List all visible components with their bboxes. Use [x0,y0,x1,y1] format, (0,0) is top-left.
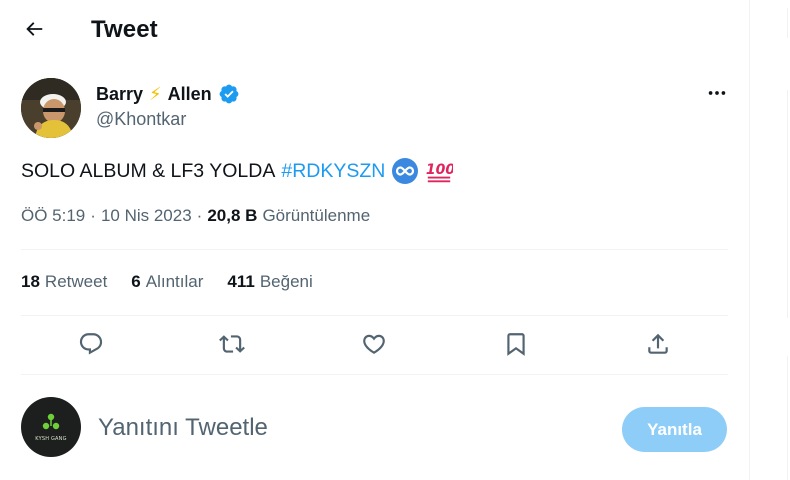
author-name[interactable]: Barry ⚡ Allen [96,83,240,105]
stat-label: Retweet [44,272,108,291]
right-sidebar-edge [750,0,790,480]
avatar-logo-text: KYSH GANG [35,436,67,442]
hashtag-link[interactable]: #RDKYSZN [281,160,385,183]
author-handle[interactable]: @Khontkar [96,109,186,130]
tweet-body: SOLO ALBUM & LF3 YOLDA [21,159,276,182]
action-bar [21,318,728,374]
tweet-time[interactable]: ÖÖ 5:19 [21,206,85,226]
bookmark-button[interactable] [497,327,535,365]
current-user-avatar[interactable]: KYSH GANG [21,397,81,457]
bookmark-icon [503,331,529,362]
retweet-stat[interactable]: 18 Retweet [21,272,107,292]
arrow-left-icon [23,18,45,45]
page-title: Tweet [91,16,158,43]
page-header: Tweet [0,0,750,62]
reply-input[interactable]: Yanıtını Tweetle [98,414,268,442]
views-label: Görüntülenme [262,206,371,225]
sidebar-border [787,90,788,318]
sidebar-border [787,356,788,480]
author-name-first: Barry [96,83,144,104]
infinity-emoji [391,157,419,185]
tweet-date[interactable]: 10 Nis 2023 [101,206,192,226]
stat-count: 6 [131,272,141,291]
tweet-detail-column: Tweet Barry ⚡ Allen @Khontkar SOLO ALBUM… [0,0,750,480]
divider [21,249,728,250]
share-icon [645,331,671,362]
more-dots-icon [706,82,728,109]
meta-separator: · [196,206,203,225]
reply-icon [78,331,104,362]
lightning-emoji: ⚡ [149,83,162,104]
like-button[interactable] [355,327,393,365]
engagement-stats: 18 Retweet 6 Alıntılar 411 Beğeni [21,272,313,292]
stat-label: Alıntılar [145,272,204,291]
author-name-last: Allen [167,83,212,104]
share-button[interactable] [639,327,677,365]
views-count: 20,8 B [207,206,258,225]
heart-icon [361,331,387,362]
sidebar-border [787,8,788,38]
reply-submit-button[interactable]: Yanıtla [622,407,727,452]
back-button[interactable] [14,11,54,51]
quote-stat[interactable]: 6 Alıntılar [131,272,203,292]
svg-text:100: 100 [426,162,453,178]
stat-count: 411 [227,272,255,291]
stat-count: 18 [21,272,40,291]
kysh-gang-logo [42,413,60,430]
stat-label: Beğeni [259,272,313,291]
retweet-button[interactable] [213,327,251,365]
reply-button[interactable] [72,327,110,365]
verified-badge-icon [218,83,240,105]
retweet-icon [219,331,245,362]
more-options-button[interactable] [700,80,734,110]
hundred-points-emoji: 100 [425,157,453,185]
tweet-meta: ÖÖ 5:19 · 10 Nis 2023 · 20,8 B Görüntüle… [21,206,370,226]
meta-separator: · [90,206,96,225]
divider [21,315,728,316]
divider [21,374,728,375]
author-avatar[interactable] [21,78,81,138]
tweet-text: SOLO ALBUM & LF3 YOLDA #RDKYSZN 100 [21,157,453,185]
like-stat[interactable]: 411 Beğeni [227,272,312,292]
